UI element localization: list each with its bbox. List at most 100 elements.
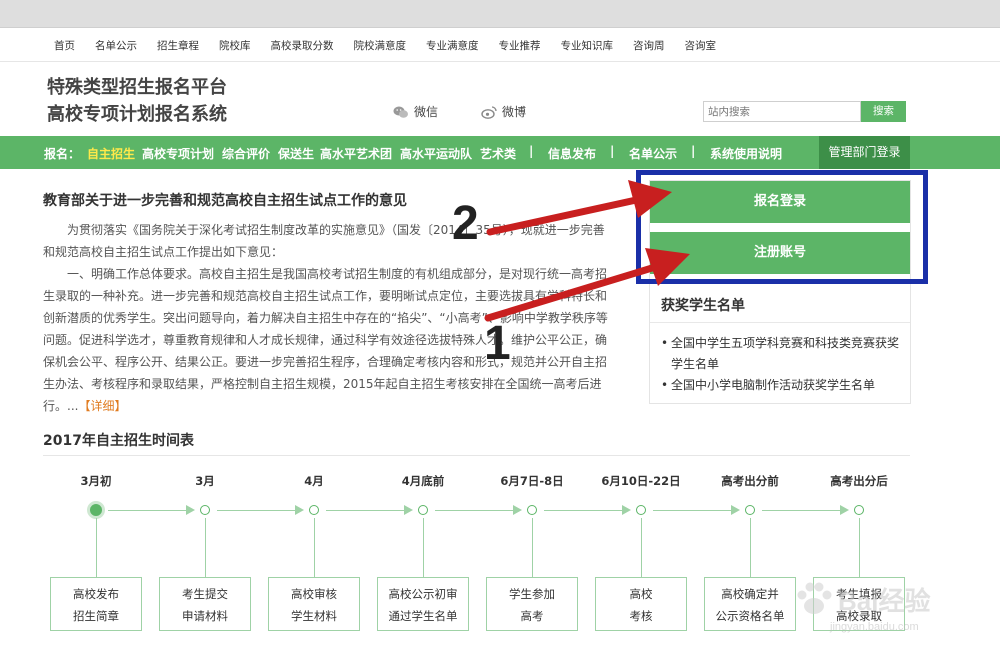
category-sports-team[interactable]: 高水平运动队 xyxy=(400,145,472,162)
wechat-link[interactable]: 微信 xyxy=(393,103,438,120)
watermark-text: Bai经验 xyxy=(838,586,931,616)
timeline-stem xyxy=(750,518,751,577)
timeline-node xyxy=(309,505,319,515)
nav-consult-room[interactable]: 咨询室 xyxy=(675,38,727,53)
timeline-step-box: 考生提交 申请材料 xyxy=(159,577,251,631)
timeline-stem xyxy=(532,518,533,577)
timeline-step-box: 高校确定并 公示资格名单 xyxy=(704,577,796,631)
category-special-plan[interactable]: 高校专项计划 xyxy=(142,145,214,162)
watermark-url: jingyan.baidu.com xyxy=(830,621,919,633)
nav-college-library[interactable]: 院校库 xyxy=(209,38,261,53)
nav-college-satisfaction[interactable]: 院校满意度 xyxy=(344,38,417,53)
timeline-stem xyxy=(423,518,424,577)
timeline-date: 6月7日-8日 xyxy=(500,474,564,488)
award-list: 全国中学生五项学科竞赛和科技类竞赛获奖学生名单 全国中小学电脑制作活动获奖学生名… xyxy=(661,333,906,396)
divider xyxy=(43,455,910,456)
link-list-publicity[interactable]: 名单公示 xyxy=(629,145,677,162)
timeline-step-box: 高校发布 招生简章 xyxy=(50,577,142,631)
read-more-link[interactable]: 【详细】 xyxy=(78,399,126,413)
nav-list-publicity[interactable]: 名单公示 xyxy=(85,38,147,53)
timeline-connector xyxy=(217,510,296,511)
timeline-stem xyxy=(96,518,97,577)
timeline-arrow xyxy=(731,505,740,515)
nav-admission-rules[interactable]: 招生章程 xyxy=(147,38,209,53)
timeline-arrow xyxy=(404,505,413,515)
category-label: 报名： xyxy=(44,147,81,161)
timeline-connector xyxy=(653,510,732,511)
timeline-node xyxy=(527,505,537,515)
site-brand: 特殊类型招生报名平台 高校专项计划报名系统 xyxy=(47,74,227,128)
nav-major-knowledge[interactable]: 专业知识库 xyxy=(551,38,624,53)
weibo-icon xyxy=(481,105,497,119)
timeline-arrow xyxy=(840,505,849,515)
wechat-label: 微信 xyxy=(414,105,439,119)
award-item[interactable]: 全国中小学电脑制作活动获奖学生名单 xyxy=(661,375,906,396)
nav-consult-week[interactable]: 咨询周 xyxy=(623,38,675,53)
top-navigation: 首页 名单公示 招生章程 院校库 高校录取分数 院校满意度 专业满意度 专业推荐… xyxy=(0,28,1000,62)
timeline-connector xyxy=(435,510,514,511)
article-paragraph-1: 为贯彻落实《国务院关于深化考试招生制度改革的实施意见》（国发〔2014〕35号）… xyxy=(43,223,605,259)
timeline-date: 3月 xyxy=(195,474,215,488)
timeline-connector xyxy=(326,510,405,511)
timeline-stem xyxy=(859,518,860,577)
site-search-input[interactable] xyxy=(703,101,861,122)
timeline-title: 2017年自主招生时间表 xyxy=(43,433,194,449)
timeline-date: 3月初 xyxy=(80,474,112,488)
award-list-title: 获奖学生名单 xyxy=(661,298,745,314)
timeline-connector xyxy=(762,510,841,511)
timeline-connector xyxy=(108,510,187,511)
timeline-node xyxy=(636,505,646,515)
article-paragraph-2: 一、明确工作总体要求。高校自主招生是我国高校考试招生制度的有机组成部分，是对现行… xyxy=(43,263,610,417)
timeline-date: 高考出分前 xyxy=(721,474,779,488)
category-art-troupe[interactable]: 高水平艺术团 xyxy=(320,145,392,162)
annotation-highlight-box xyxy=(636,170,928,284)
timeline-node xyxy=(745,505,755,515)
timeline-arrow xyxy=(622,505,631,515)
timeline-date: 4月底前 xyxy=(401,474,445,488)
timeline-stem xyxy=(641,518,642,577)
timeline-step-box: 学生参加 高考 xyxy=(486,577,578,631)
timeline-node xyxy=(200,505,210,515)
timeline-step-box: 高校审核 学生材料 xyxy=(268,577,360,631)
admin-login-button[interactable]: 管理部门登录 xyxy=(819,136,910,169)
search-button[interactable]: 搜索 xyxy=(861,101,906,122)
timeline-arrow xyxy=(513,505,522,515)
browser-chrome xyxy=(0,0,1000,28)
brand-line2: 高校专项计划报名系统 xyxy=(47,104,227,125)
nav-admission-scores[interactable]: 高校录取分数 xyxy=(261,38,344,53)
timeline-node xyxy=(87,501,105,519)
timeline-step-box: 高校公示初审 通过学生名单 xyxy=(377,577,469,631)
timeline-stem xyxy=(205,518,206,577)
link-info-release[interactable]: 信息发布 xyxy=(548,145,596,162)
category-arts[interactable]: 艺术类 xyxy=(480,145,516,162)
separator: | xyxy=(529,144,534,158)
news-article: 教育部关于进一步完善和规范高校自主招生试点工作的意见 为贯彻落实《国务院关于深化… xyxy=(43,190,610,417)
timeline-node xyxy=(854,505,864,515)
timeline-connector xyxy=(544,510,623,511)
article-paragraph-2-text: 一、明确工作总体要求。高校自主招生是我国高校考试招生制度的有机组成部分，是对现行… xyxy=(43,267,608,413)
timeline-step-box: 高校 考核 xyxy=(595,577,687,631)
nav-major-recommend[interactable]: 专业推荐 xyxy=(489,38,551,53)
category-comprehensive[interactable]: 综合评价 xyxy=(222,145,270,162)
annotation-number-2: 2 xyxy=(452,197,479,250)
award-item[interactable]: 全国中学生五项学科竞赛和科技类竞赛获奖学生名单 xyxy=(661,333,906,375)
article-title[interactable]: 教育部关于进一步完善和规范高校自主招生试点工作的意见 xyxy=(43,190,610,210)
timeline-date: 6月10日-22日 xyxy=(601,474,681,488)
separator: | xyxy=(691,144,696,158)
timeline-date: 高考出分后 xyxy=(830,474,888,488)
timeline-arrow xyxy=(186,505,195,515)
nav-home[interactable]: 首页 xyxy=(44,38,85,53)
timeline-date: 4月 xyxy=(304,474,324,488)
annotation-number-1: 1 xyxy=(484,317,511,370)
separator: | xyxy=(610,144,615,158)
link-system-guide[interactable]: 系统使用说明 xyxy=(710,145,782,162)
timeline-node xyxy=(418,505,428,515)
category-recommended[interactable]: 保送生 xyxy=(278,145,314,162)
nav-major-satisfaction[interactable]: 专业满意度 xyxy=(416,38,489,53)
weibo-link[interactable]: 微博 xyxy=(481,103,526,120)
brand-line1: 特殊类型招生报名平台 xyxy=(47,77,227,98)
timeline-arrow xyxy=(295,505,304,515)
baidu-jingyan-watermark: Bai经验 jingyan.baidu.com xyxy=(790,575,990,645)
timeline-stem xyxy=(314,518,315,577)
category-self-enrollment[interactable]: 自主招生 xyxy=(87,145,135,162)
